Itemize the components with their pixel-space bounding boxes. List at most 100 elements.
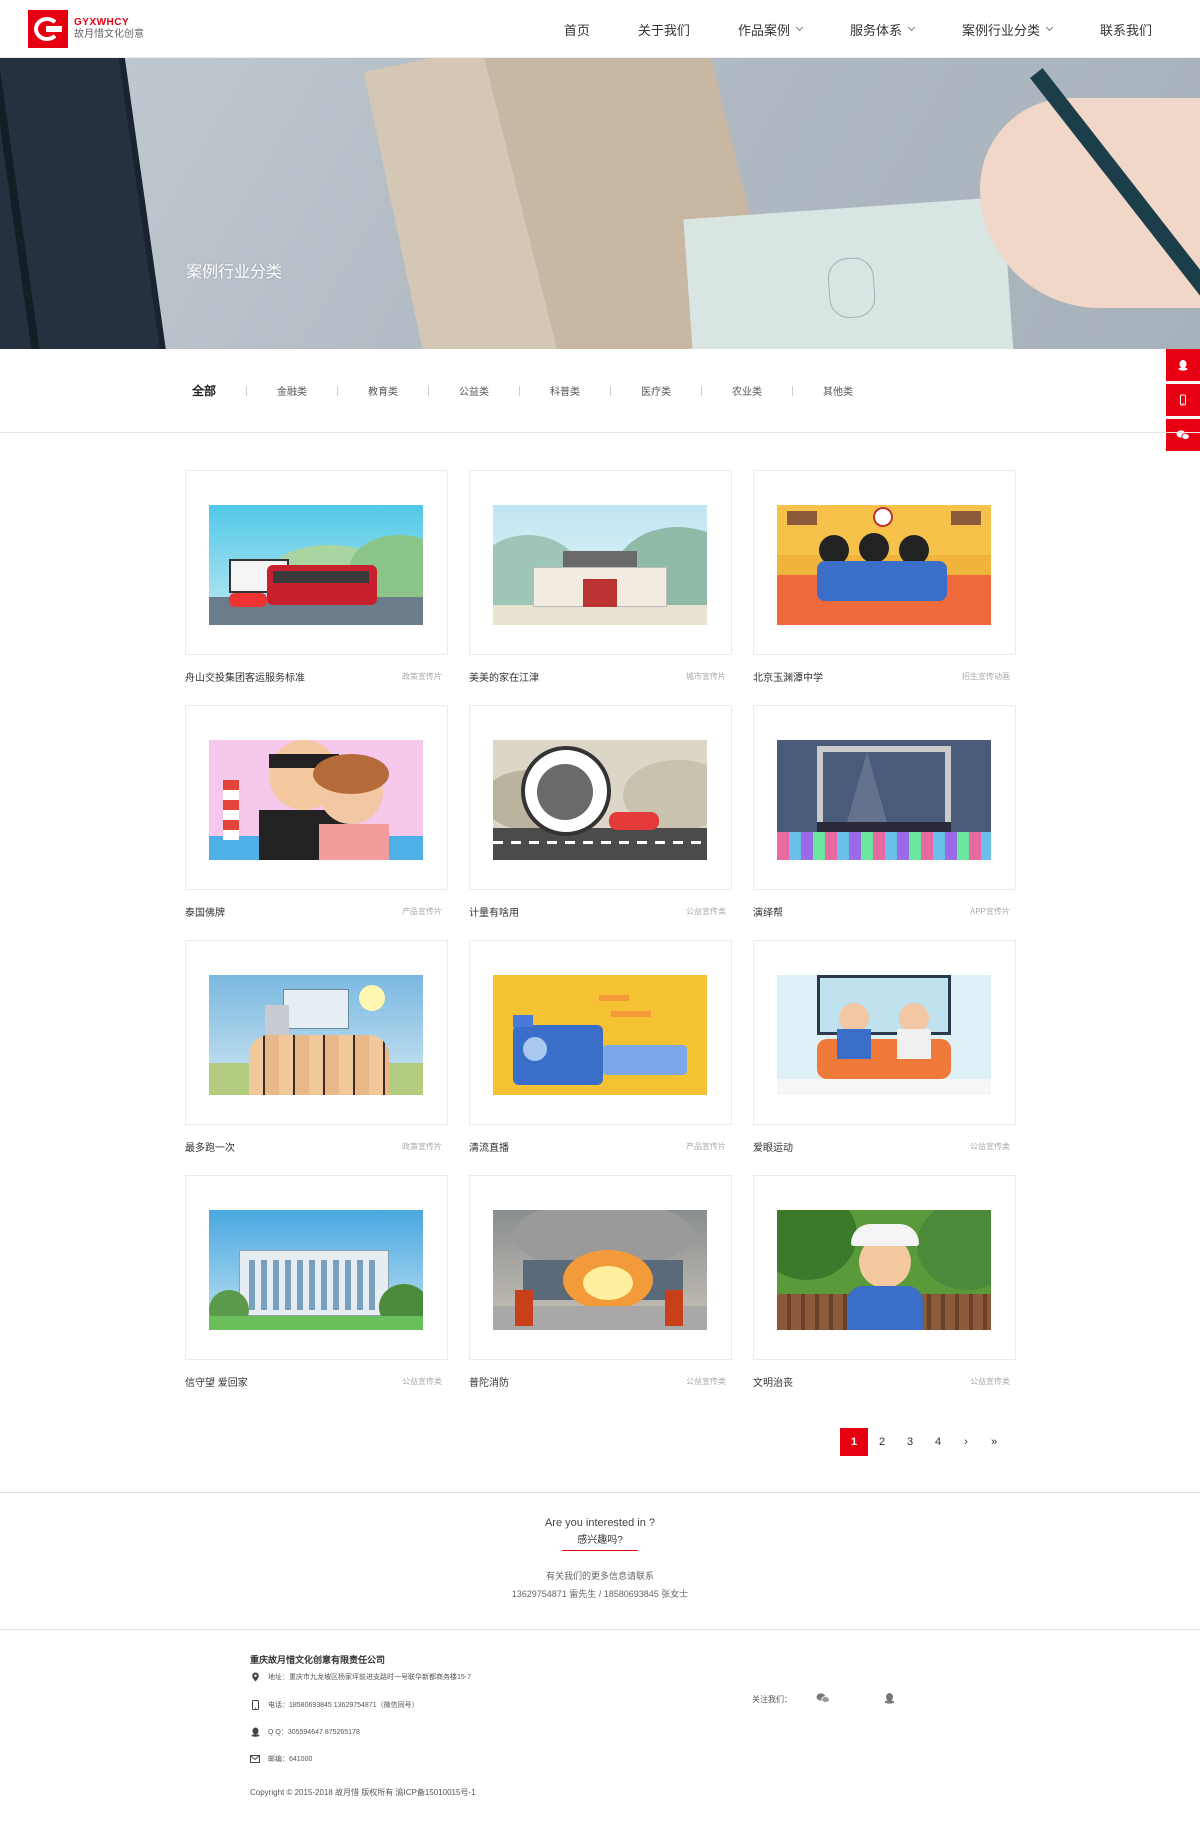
nav-home-label: 首页 xyxy=(563,22,590,38)
nav-about[interactable]: 关于我们 xyxy=(638,0,690,58)
chevron-down-icon xyxy=(795,23,803,32)
phone-icon xyxy=(250,1700,260,1710)
footer-copyright: Copyright © 2015-2018 故月惜 版权所有 渝ICP备1501… xyxy=(250,1788,476,1797)
case-thumbnail[interactable] xyxy=(185,940,448,1125)
chevron-down-icon xyxy=(907,23,916,32)
case-title[interactable]: 计量有啥用 xyxy=(469,904,519,919)
case-title[interactable]: 文明治丧 xyxy=(753,1374,793,1389)
nav-services-label: 服务体系 xyxy=(849,22,902,38)
case-tag: APP宣传片 xyxy=(969,906,1010,916)
case-thumbnail[interactable] xyxy=(469,705,732,890)
case-title[interactable]: 美美的家在江津 xyxy=(469,669,539,684)
case-card[interactable]: 泰国佛牌 产品宣传片 xyxy=(185,705,448,919)
case-image-school xyxy=(777,505,991,625)
filter-divider xyxy=(337,385,339,396)
main-nav: 首页 关于我们 作品案例 服务体系 案例行业分类 联系我们 xyxy=(516,0,1152,58)
case-tag: 产品宣传片 xyxy=(402,906,442,916)
footer-phone-text: 电话：18580693845 13629754871（微信同号） xyxy=(268,1702,419,1709)
nav-services[interactable]: 服务体系 xyxy=(849,0,916,58)
case-tag: 城市宣传片 xyxy=(686,671,726,681)
case-card[interactable]: 普陀消防 公益宣传类 xyxy=(469,1175,732,1389)
case-card[interactable]: 演绎帮 APP宣传片 xyxy=(753,705,1016,919)
footer-address: 地址：重庆市九龙坡区杨家坪前进支路时一号联华新都商务楼15-7 xyxy=(250,1672,471,1682)
case-tag: 政策宣传片 xyxy=(402,1141,442,1151)
page-1-button[interactable]: 1 xyxy=(840,1428,868,1456)
filter-divider xyxy=(519,385,521,396)
logo[interactable]: GYXWHCY 故月惜文化创意 xyxy=(28,10,156,48)
nav-works[interactable]: 作品案例 xyxy=(738,0,803,58)
filter-finance[interactable]: 金融类 xyxy=(277,383,307,398)
filter-other[interactable]: 其他类 xyxy=(823,383,853,398)
case-thumbnail[interactable] xyxy=(753,1175,1016,1360)
case-thumbnail[interactable] xyxy=(185,470,448,655)
filter-all[interactable]: 全部 xyxy=(192,382,216,399)
interest-section: Are you interested in ? 感兴趣吗? 有关我们的更多信息请… xyxy=(0,1492,1200,1630)
next-page-button[interactable]: › xyxy=(952,1428,980,1456)
case-image-crowd xyxy=(209,975,423,1095)
case-card[interactable]: 计量有啥用 公益宣传类 xyxy=(469,705,732,919)
case-thumbnail[interactable] xyxy=(753,470,1016,655)
case-title[interactable]: 演绎帮 xyxy=(753,904,783,919)
footer-address-text: 地址：重庆市九龙坡区杨家坪前进支路时一号联华新都商务楼15-7 xyxy=(268,1674,472,1681)
filter-medical[interactable]: 医疗类 xyxy=(641,383,671,398)
wechat-icon[interactable] xyxy=(816,1692,830,1707)
case-thumbnail[interactable] xyxy=(469,470,732,655)
case-card[interactable]: 文明治丧 公益宣传类 xyxy=(753,1175,1016,1389)
nav-about-label: 关于我们 xyxy=(637,22,690,38)
chevron-down-icon xyxy=(1045,23,1054,32)
case-title[interactable]: 爱眼运动 xyxy=(753,1139,793,1154)
case-title[interactable]: 泰国佛牌 xyxy=(185,904,225,919)
filter-science[interactable]: 科普类 xyxy=(550,383,580,398)
case-card[interactable]: 美美的家在江津 城市宣传片 xyxy=(469,470,732,684)
filter-divider xyxy=(792,385,794,396)
filter-public-welfare[interactable]: 公益类 xyxy=(459,383,489,398)
filter-agriculture[interactable]: 农业类 xyxy=(732,383,762,398)
case-thumbnail[interactable] xyxy=(469,940,732,1125)
interest-contact-phones: 13629754871 雷先生 / 18580693845 张女士 xyxy=(511,1589,689,1599)
nav-contact[interactable]: 联系我们 xyxy=(1100,0,1152,58)
page-4-button[interactable]: 4 xyxy=(924,1428,952,1456)
page-2-button[interactable]: 2 xyxy=(868,1428,896,1456)
case-tag: 招生宣传动画 xyxy=(962,671,1010,681)
case-card[interactable]: 爱眼运动 公益宣传类 xyxy=(753,940,1016,1154)
filter-divider xyxy=(610,385,612,396)
case-card[interactable]: 最多跑一次 政策宣传片 xyxy=(185,940,448,1154)
case-title[interactable]: 北京玉渊潭中学 xyxy=(753,669,823,684)
hero-banner: 案例行业分类 xyxy=(0,58,1200,349)
interest-title-en: Are you interested in ? xyxy=(544,1517,656,1529)
last-page-button[interactable]: » xyxy=(980,1428,1008,1456)
case-title[interactable]: 信守望 爱回家 xyxy=(185,1374,248,1389)
qq-icon[interactable] xyxy=(884,1692,895,1707)
case-tag: 公益宣传类 xyxy=(402,1376,442,1386)
case-thumbnail[interactable] xyxy=(185,1175,448,1360)
footer-company-name: 重庆故月惜文化创意有限责任公司 xyxy=(250,1655,386,1665)
case-thumbnail[interactable] xyxy=(185,705,448,890)
case-card[interactable]: 北京玉渊潭中学 招生宣传动画 xyxy=(753,470,1016,684)
case-image-bus xyxy=(209,505,423,625)
case-image-police xyxy=(777,1210,991,1330)
page-3-button[interactable]: 3 xyxy=(896,1428,924,1456)
case-tag: 政策宣传片 xyxy=(402,671,442,681)
case-image-concert xyxy=(777,740,991,860)
case-thumbnail[interactable] xyxy=(753,940,1016,1125)
case-tag: 产品宣传片 xyxy=(686,1141,726,1151)
interest-contact-intro: 有关我们的更多信息请联系 xyxy=(545,1571,654,1581)
interest-divider xyxy=(562,1550,638,1551)
nav-home[interactable]: 首页 xyxy=(564,0,590,58)
case-card[interactable]: 清流直播 产品宣传片 xyxy=(469,940,732,1154)
case-image-town xyxy=(493,505,707,625)
case-title[interactable]: 清流直播 xyxy=(469,1139,509,1154)
case-tag: 公益宣传类 xyxy=(970,1141,1010,1151)
nav-industry[interactable]: 案例行业分类 xyxy=(962,0,1054,58)
case-thumbnail[interactable] xyxy=(753,705,1016,890)
case-title[interactable]: 普陀消防 xyxy=(469,1374,509,1389)
case-card[interactable]: 信守望 爱回家 公益宣传类 xyxy=(185,1175,448,1389)
case-title[interactable]: 舟山交投集团客运服务标准 xyxy=(185,669,305,684)
footer-follow: 关注我们： xyxy=(752,1692,895,1707)
case-title[interactable]: 最多跑一次 xyxy=(185,1139,235,1154)
case-card[interactable]: 舟山交投集团客运服务标准 政策宣传片 xyxy=(185,470,448,684)
case-thumbnail[interactable] xyxy=(469,1175,732,1360)
filter-education[interactable]: 教育类 xyxy=(368,383,398,398)
case-image-building xyxy=(209,1210,423,1330)
banner-card xyxy=(683,197,1017,349)
